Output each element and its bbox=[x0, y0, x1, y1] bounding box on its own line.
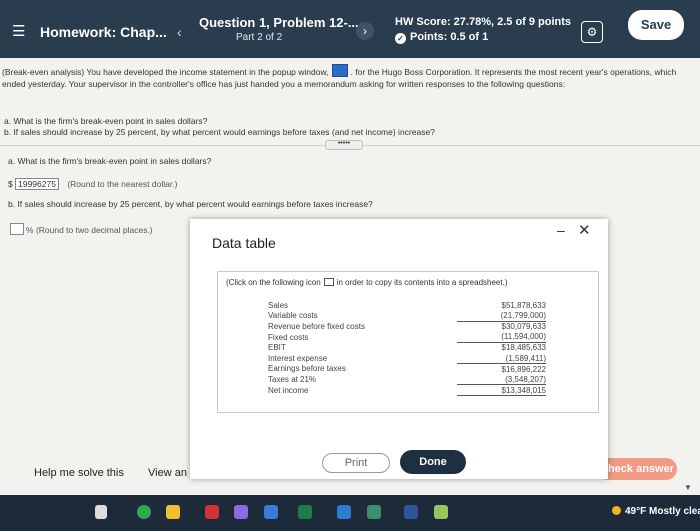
row-label: Fixed costs bbox=[268, 332, 309, 342]
question-title: Question 1, Problem 12-... bbox=[199, 15, 359, 30]
part-a-answer-field[interactable]: 19996275 bbox=[15, 178, 59, 190]
copy-note: (Click on the following icon in order to … bbox=[226, 278, 507, 287]
data-table-icon[interactable] bbox=[331, 64, 348, 77]
excel-icon[interactable] bbox=[298, 505, 312, 519]
row-label: Earnings before taxes bbox=[268, 364, 346, 374]
row-value: $13,348,015 bbox=[457, 384, 546, 396]
part-a-question: a. What is the firm's break-even point i… bbox=[8, 156, 212, 166]
table-row: Fixed costs (11,594,000) bbox=[268, 331, 546, 343]
word-icon[interactable] bbox=[404, 505, 418, 519]
question-list: a. What is the firm's break-even point i… bbox=[4, 116, 435, 138]
check-answer-button[interactable]: Check answer bbox=[597, 458, 677, 480]
problem-intro: (Break-even analysis) You have developed… bbox=[2, 64, 686, 90]
copy-icon[interactable] bbox=[323, 278, 334, 286]
row-label: Net income bbox=[268, 385, 309, 395]
chrome-icon[interactable] bbox=[137, 505, 151, 519]
points-text: Points: 0.5 of 1 bbox=[410, 31, 489, 43]
table-row: Earnings before taxes $16,896,222 bbox=[268, 364, 546, 375]
question-part: Part 2 of 2 bbox=[236, 32, 283, 43]
task-view-icon[interactable] bbox=[95, 505, 107, 519]
print-button[interactable]: Print bbox=[322, 453, 390, 473]
percent-sign: % bbox=[26, 225, 34, 235]
data-table-panel: (Click on the following icon in order to … bbox=[217, 271, 599, 413]
row-value: (3,548,207) bbox=[457, 374, 546, 386]
copy-note-text-1: (Click on the following icon bbox=[226, 278, 321, 287]
sun-icon bbox=[612, 506, 621, 515]
dollar-sign: $ bbox=[8, 179, 13, 189]
row-label: Variable costs bbox=[268, 311, 318, 321]
row-value: $18,485,633 bbox=[501, 343, 547, 353]
table-row: Sales $51,878,633 bbox=[268, 300, 546, 311]
income-statement-table: Sales $51,878,633 Variable costs (21,799… bbox=[268, 300, 546, 396]
app-icon[interactable] bbox=[367, 505, 381, 519]
next-question-button[interactable]: › bbox=[356, 22, 374, 40]
save-button[interactable]: Save bbox=[628, 10, 684, 40]
row-value: (1,589,411) bbox=[457, 352, 546, 365]
part-b-answer: % (Round to two decimal places.) bbox=[10, 223, 153, 235]
table-row: EBIT $18,485,633 bbox=[268, 342, 546, 353]
row-label: Sales bbox=[268, 300, 289, 310]
data-table-popup: Data table – ✕ (Click on the following i… bbox=[190, 219, 608, 479]
vscode-icon[interactable] bbox=[264, 505, 278, 519]
homework-title[interactable]: Homework: Chap... bbox=[40, 24, 167, 40]
part-a-hint: (Round to the nearest dollar.) bbox=[67, 179, 178, 189]
table-row: Taxes at 21% (3,548,207) bbox=[268, 374, 546, 386]
part-b-hint: (Round to two decimal places.) bbox=[35, 225, 153, 235]
row-value: (11,594,000) bbox=[457, 331, 546, 343]
row-value: (21,799,000) bbox=[457, 310, 546, 322]
part-b-question: b. If sales should increase by 25 percen… bbox=[8, 199, 373, 209]
view-example-button[interactable]: View an bbox=[148, 467, 187, 479]
part-b-answer-field[interactable] bbox=[10, 223, 24, 235]
copy-note-text-2: in order to copy its contents into a spr… bbox=[336, 278, 508, 287]
scroll-down-icon[interactable]: ▼ bbox=[684, 483, 692, 492]
visual-studio-icon[interactable] bbox=[234, 505, 248, 519]
powerpoint-icon[interactable] bbox=[205, 505, 219, 519]
minimize-icon[interactable]: – bbox=[557, 222, 565, 238]
done-button[interactable]: Done bbox=[400, 450, 466, 474]
hw-score: HW Score: 27.78%, 2.5 of 9 points bbox=[395, 16, 572, 28]
row-label: Revenue before fixed costs bbox=[268, 321, 365, 331]
expand-button[interactable]: ••••• bbox=[325, 140, 363, 150]
row-label: Taxes at 21% bbox=[268, 374, 317, 384]
folder-icon[interactable] bbox=[166, 505, 180, 519]
help-me-solve-button[interactable]: Help me solve this bbox=[34, 467, 124, 479]
taskbar: 49°F Mostly clear bbox=[0, 495, 700, 531]
close-icon[interactable]: ✕ bbox=[578, 221, 591, 239]
menu-icon[interactable]: ☰ bbox=[12, 22, 25, 40]
row-label: EBIT bbox=[268, 343, 286, 353]
row-value: $30,079,633 bbox=[501, 322, 547, 332]
edge-icon[interactable] bbox=[337, 505, 351, 519]
row-value: $51,878,633 bbox=[501, 300, 547, 310]
intro-text-1: (Break-even analysis) You have developed… bbox=[2, 67, 329, 77]
question-a-text: a. What is the firm's break-even point i… bbox=[4, 116, 208, 126]
row-value: $16,896,222 bbox=[501, 364, 547, 374]
chevron-left-icon[interactable]: ‹ bbox=[177, 24, 182, 40]
points-status: ✓ Points: 0.5 of 1 bbox=[395, 31, 488, 44]
gear-icon[interactable]: ⚙ bbox=[581, 21, 603, 43]
weather-text: 49°F Mostly clear bbox=[625, 506, 700, 517]
part-a-answer: $ 19996275 (Round to the nearest dollar.… bbox=[8, 178, 177, 190]
row-label: Interest expense bbox=[268, 353, 328, 363]
check-circle-icon: ✓ bbox=[395, 33, 406, 44]
question-b-text: b. If sales should increase by 25 percen… bbox=[4, 127, 435, 137]
table-row: Net income $13,348,015 bbox=[268, 384, 546, 396]
notepad-icon[interactable] bbox=[434, 505, 448, 519]
table-row: Interest expense (1,589,411) bbox=[268, 352, 546, 365]
table-row: Variable costs (21,799,000) bbox=[268, 310, 546, 322]
popup-title: Data table bbox=[212, 235, 276, 251]
top-bar: ☰ Homework: Chap... ‹ Question 1, Proble… bbox=[0, 0, 700, 58]
table-row: Revenue before fixed costs $30,079,633 bbox=[268, 321, 546, 332]
weather-widget[interactable]: 49°F Mostly clear bbox=[612, 506, 700, 517]
